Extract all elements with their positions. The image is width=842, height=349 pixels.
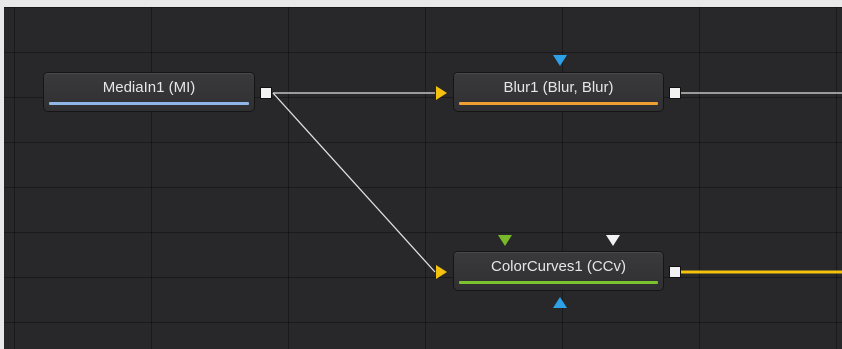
colorcurves1-output-port[interactable]	[669, 266, 681, 278]
node-blur1[interactable]: Blur1 (Blur, Blur)	[454, 73, 663, 111]
colorcurves1-mask-input-icon[interactable]	[553, 297, 567, 308]
colorcurves1-reference-input-icon[interactable]	[606, 235, 620, 246]
blur1-mask-input-icon[interactable]	[553, 55, 567, 66]
node-colorcurves1[interactable]: ColorCurves1 (CCv)	[454, 252, 663, 290]
node-mediain1[interactable]: MediaIn1 (MI)	[44, 73, 254, 111]
node-blur1-color-bar	[459, 102, 658, 105]
blur1-main-input-icon[interactable]	[436, 86, 447, 100]
connection-wires	[272, 92, 842, 274]
node-colorcurves1-color-bar	[459, 281, 658, 284]
node-colorcurves1-label: ColorCurves1 (CCv)	[490, 258, 627, 275]
node-editor-canvas[interactable]: MediaIn1 (MI) Blur1 (Blur, Blur) ColorCu…	[4, 7, 842, 349]
wire-mediain-to-colorcurves[interactable]	[272, 92, 436, 273]
node-blur1-label: Blur1 (Blur, Blur)	[503, 79, 614, 96]
mediain1-output-port[interactable]	[260, 87, 272, 99]
blur1-output-port[interactable]	[669, 87, 681, 99]
node-mediain1-color-bar	[49, 102, 249, 105]
colorcurves1-main-input-icon[interactable]	[436, 265, 447, 279]
node-mediain1-label: MediaIn1 (MI)	[102, 79, 196, 96]
colorcurves1-foreground-input-icon[interactable]	[498, 235, 512, 246]
